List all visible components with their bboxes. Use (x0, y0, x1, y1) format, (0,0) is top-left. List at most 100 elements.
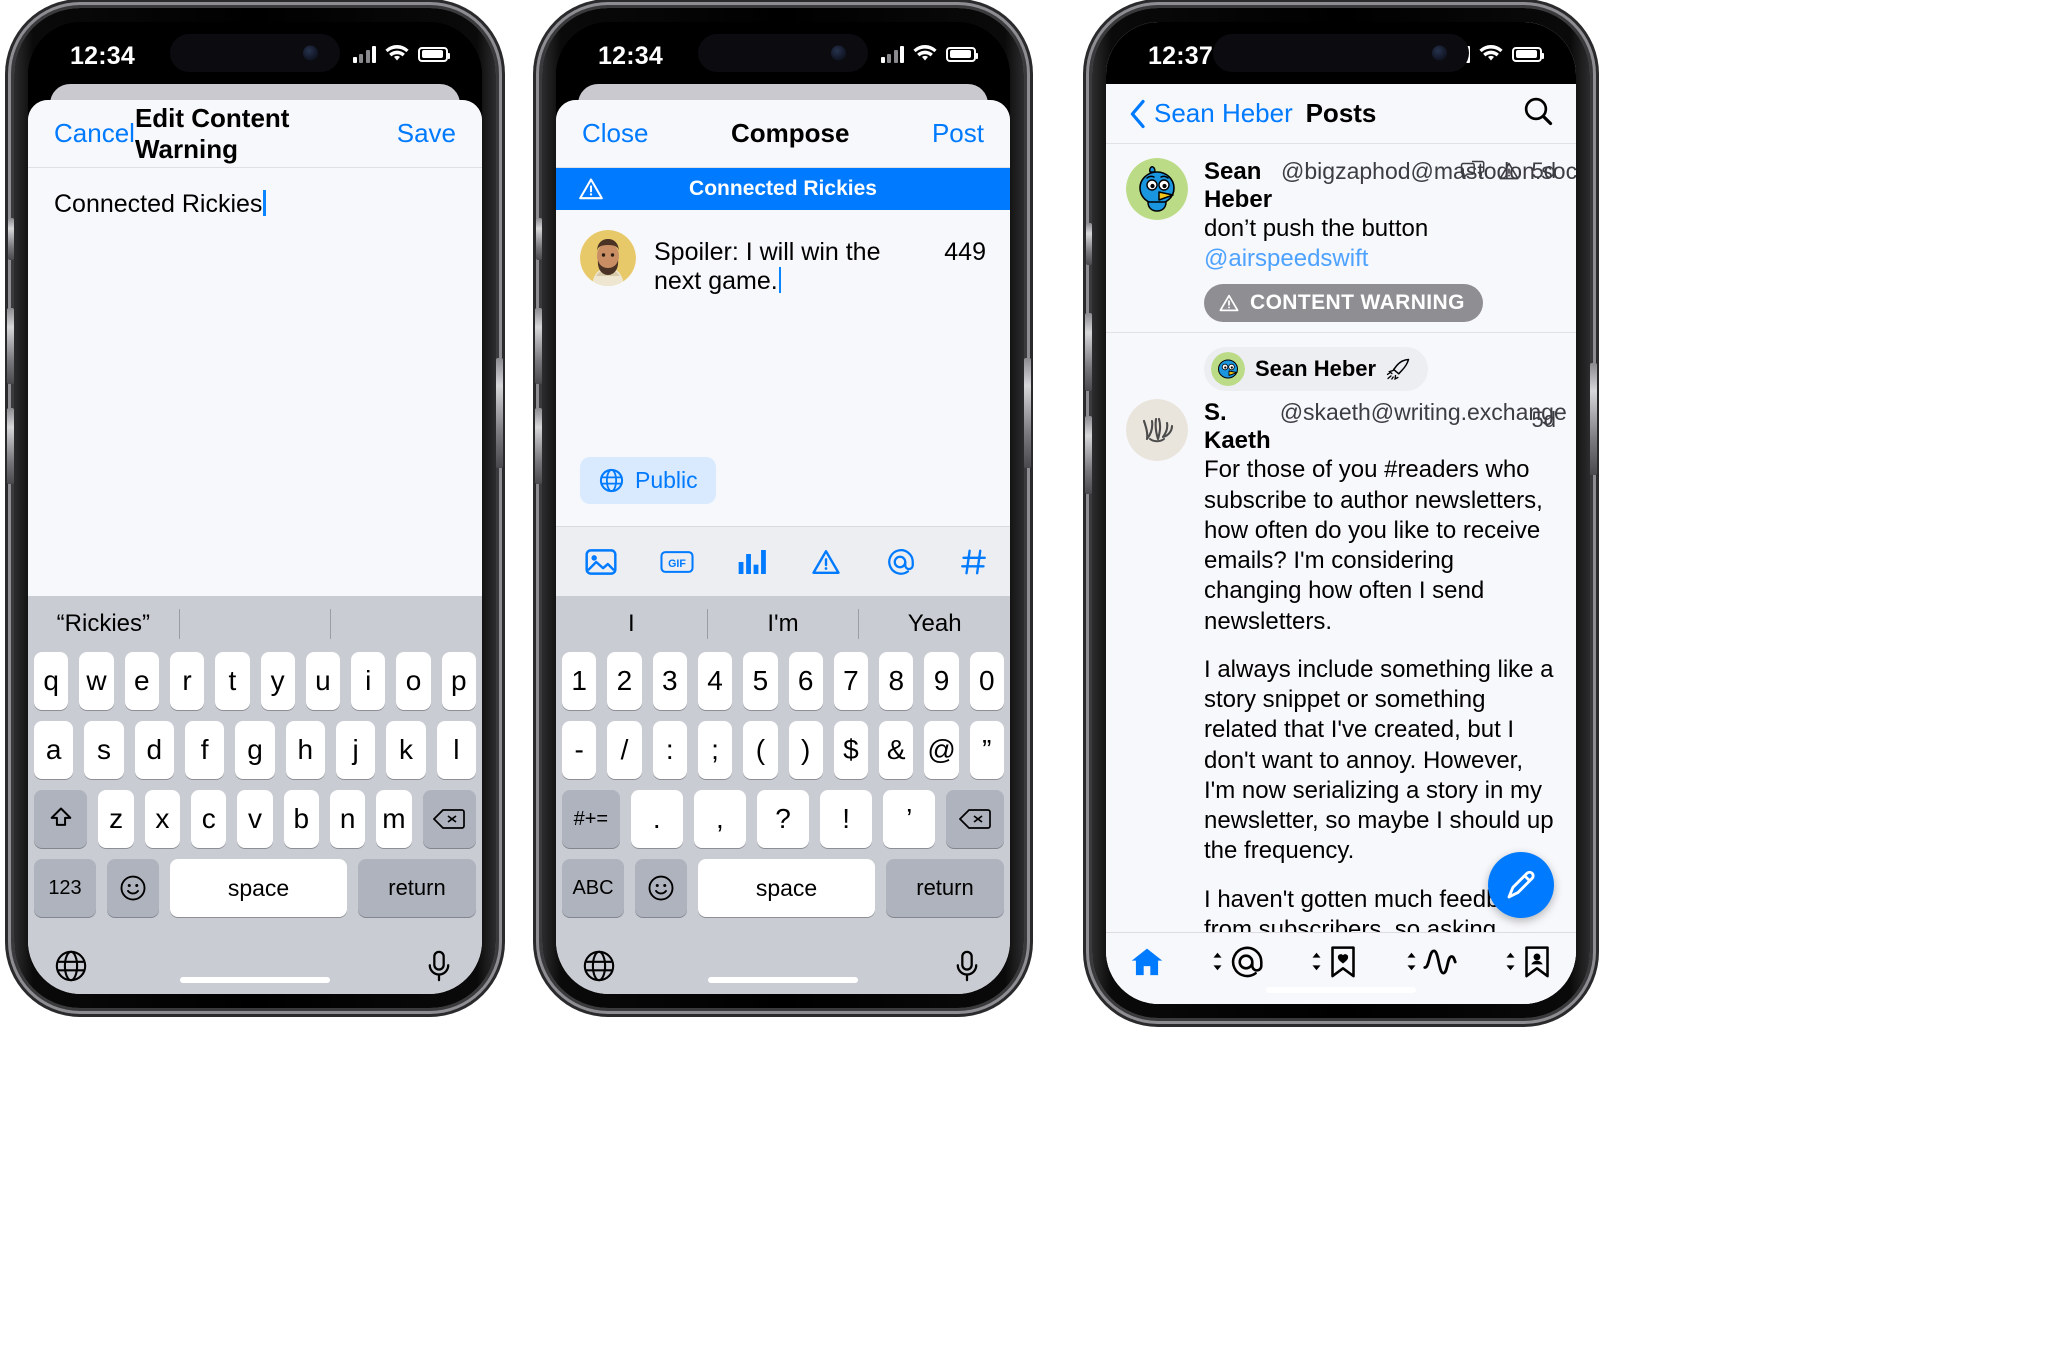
key-k[interactable]: k (386, 721, 426, 779)
key-q[interactable]: q (34, 652, 69, 710)
volume-down-button[interactable] (1085, 416, 1092, 494)
key-h[interactable]: h (285, 721, 325, 779)
mention-icon[interactable] (884, 547, 916, 577)
avatar[interactable] (1126, 399, 1188, 462)
microphone-icon[interactable] (950, 949, 984, 983)
key-n[interactable]: n (329, 790, 366, 848)
content-warning-banner[interactable]: Connected Rickies (556, 168, 1010, 210)
key-0[interactable]: 0 (969, 652, 1004, 710)
key-paren-open[interactable]: ( (743, 721, 778, 779)
emoji-key[interactable] (635, 859, 687, 917)
return-key[interactable]: return (358, 859, 476, 917)
key-at[interactable]: @ (924, 721, 959, 779)
volume-up-button[interactable] (1085, 313, 1092, 391)
post-author-name[interactable]: S. Kaeth (1204, 399, 1271, 455)
post-button[interactable]: Post (932, 118, 984, 149)
space-key[interactable]: space (698, 859, 875, 917)
key-6[interactable]: 6 (788, 652, 823, 710)
key-period[interactable]: . (630, 790, 683, 848)
post-item[interactable]: 5d Sean Heber @bigzaphod@mastodon.social (1106, 144, 1576, 332)
space-key[interactable]: space (170, 859, 347, 917)
content-warning-icon[interactable] (1497, 160, 1521, 182)
search-button[interactable] (1522, 95, 1554, 132)
tab-mentions[interactable] (1211, 944, 1264, 980)
key-e[interactable]: e (124, 652, 159, 710)
mute-switch[interactable] (1086, 223, 1092, 265)
volume-down-button[interactable] (535, 408, 542, 484)
key-a[interactable]: a (34, 721, 74, 779)
content-warning-input-wrapper[interactable]: Connected Rickies (28, 168, 482, 219)
key-5[interactable]: 5 (743, 652, 778, 710)
volume-up-button[interactable] (535, 308, 542, 384)
key-8[interactable]: 8 (879, 652, 914, 710)
alpha-mode-key[interactable]: ABC (562, 859, 624, 917)
post-author-name[interactable]: Sean Heber (1204, 158, 1272, 214)
key-hyphen[interactable]: - (562, 721, 597, 779)
key-d[interactable]: d (134, 721, 174, 779)
shift-key[interactable] (34, 790, 88, 848)
content-warning-input[interactable]: Connected Rickies (54, 190, 262, 218)
power-button[interactable] (1590, 363, 1597, 475)
power-button[interactable] (1024, 358, 1031, 468)
key-2[interactable]: 2 (607, 652, 642, 710)
key-z[interactable]: z (98, 790, 134, 848)
volume-down-button[interactable] (7, 408, 14, 484)
gif-icon[interactable]: GIF (660, 547, 694, 577)
key-j[interactable]: j (335, 721, 376, 779)
avatar[interactable] (1126, 158, 1188, 220)
software-keyboard[interactable]: I I'm Yeah 1 2 3 4 5 6 7 8 9 0 - /: ; (… (556, 596, 1010, 994)
key-g[interactable]: g (235, 721, 275, 779)
save-button[interactable]: Save (397, 118, 456, 149)
globe-icon[interactable] (582, 949, 616, 983)
compose-button[interactable] (1488, 852, 1554, 918)
key-x[interactable]: x (144, 790, 181, 848)
key-dollar[interactable]: $ (833, 721, 869, 779)
key-b[interactable]: b (283, 790, 319, 848)
tab-activity[interactable] (1405, 945, 1458, 979)
key-question[interactable]: ? (756, 790, 810, 848)
timeline-list[interactable]: 5d Sean Heber @bigzaphod@mastodon.social (1106, 144, 1576, 1004)
key-paren-close[interactable]: ) (788, 721, 823, 779)
key-l[interactable]: l (436, 721, 476, 779)
tab-profile[interactable] (1504, 944, 1553, 980)
key-slash[interactable]: / (607, 721, 642, 779)
software-keyboard[interactable]: “Rickies” q w e r t y u i o p a s d f g … (28, 596, 482, 994)
visibility-button[interactable]: Public (580, 457, 716, 504)
key-i[interactable]: i (351, 652, 386, 710)
mute-switch[interactable] (536, 218, 542, 260)
key-comma[interactable]: , (693, 790, 746, 848)
boost-indicator[interactable]: Sean Heber (1204, 347, 1429, 392)
photo-icon[interactable] (584, 547, 618, 577)
backspace-key[interactable] (422, 790, 476, 848)
avatar[interactable] (580, 230, 636, 286)
back-button[interactable]: Sean Heber (1128, 98, 1293, 129)
key-colon[interactable]: : (652, 721, 687, 779)
key-apostrophe[interactable]: ’ (883, 790, 936, 848)
emoji-key[interactable] (107, 859, 159, 917)
key-s[interactable]: s (84, 721, 124, 779)
key-semicolon[interactable]: ; (697, 721, 733, 779)
key-ampersand[interactable]: & (879, 721, 914, 779)
reply-icon[interactable] (1460, 160, 1486, 182)
key-r[interactable]: r (169, 652, 205, 710)
poll-icon[interactable] (736, 547, 768, 577)
mute-switch[interactable] (8, 218, 14, 260)
close-button[interactable]: Close (582, 118, 648, 149)
home-indicator[interactable] (708, 977, 858, 983)
volume-up-button[interactable] (7, 308, 14, 384)
globe-icon[interactable] (54, 949, 88, 983)
key-exclamation[interactable]: ! (820, 790, 873, 848)
key-m[interactable]: m (376, 790, 412, 848)
post-author-handle[interactable]: @skaeth@writing.exchange (1280, 399, 1567, 426)
key-y[interactable]: y (260, 652, 295, 710)
prediction-0[interactable]: I (556, 610, 707, 638)
backspace-key[interactable] (946, 790, 1005, 848)
return-key[interactable]: return (886, 859, 1004, 917)
key-quote[interactable]: ” (969, 721, 1004, 779)
key-u[interactable]: u (305, 652, 341, 710)
key-f[interactable]: f (185, 721, 225, 779)
microphone-icon[interactable] (422, 949, 456, 983)
content-warning-text-area[interactable]: Connected Rickies (28, 168, 482, 596)
key-4[interactable]: 4 (697, 652, 733, 710)
symbols-mode-key[interactable]: #+= (561, 790, 620, 848)
